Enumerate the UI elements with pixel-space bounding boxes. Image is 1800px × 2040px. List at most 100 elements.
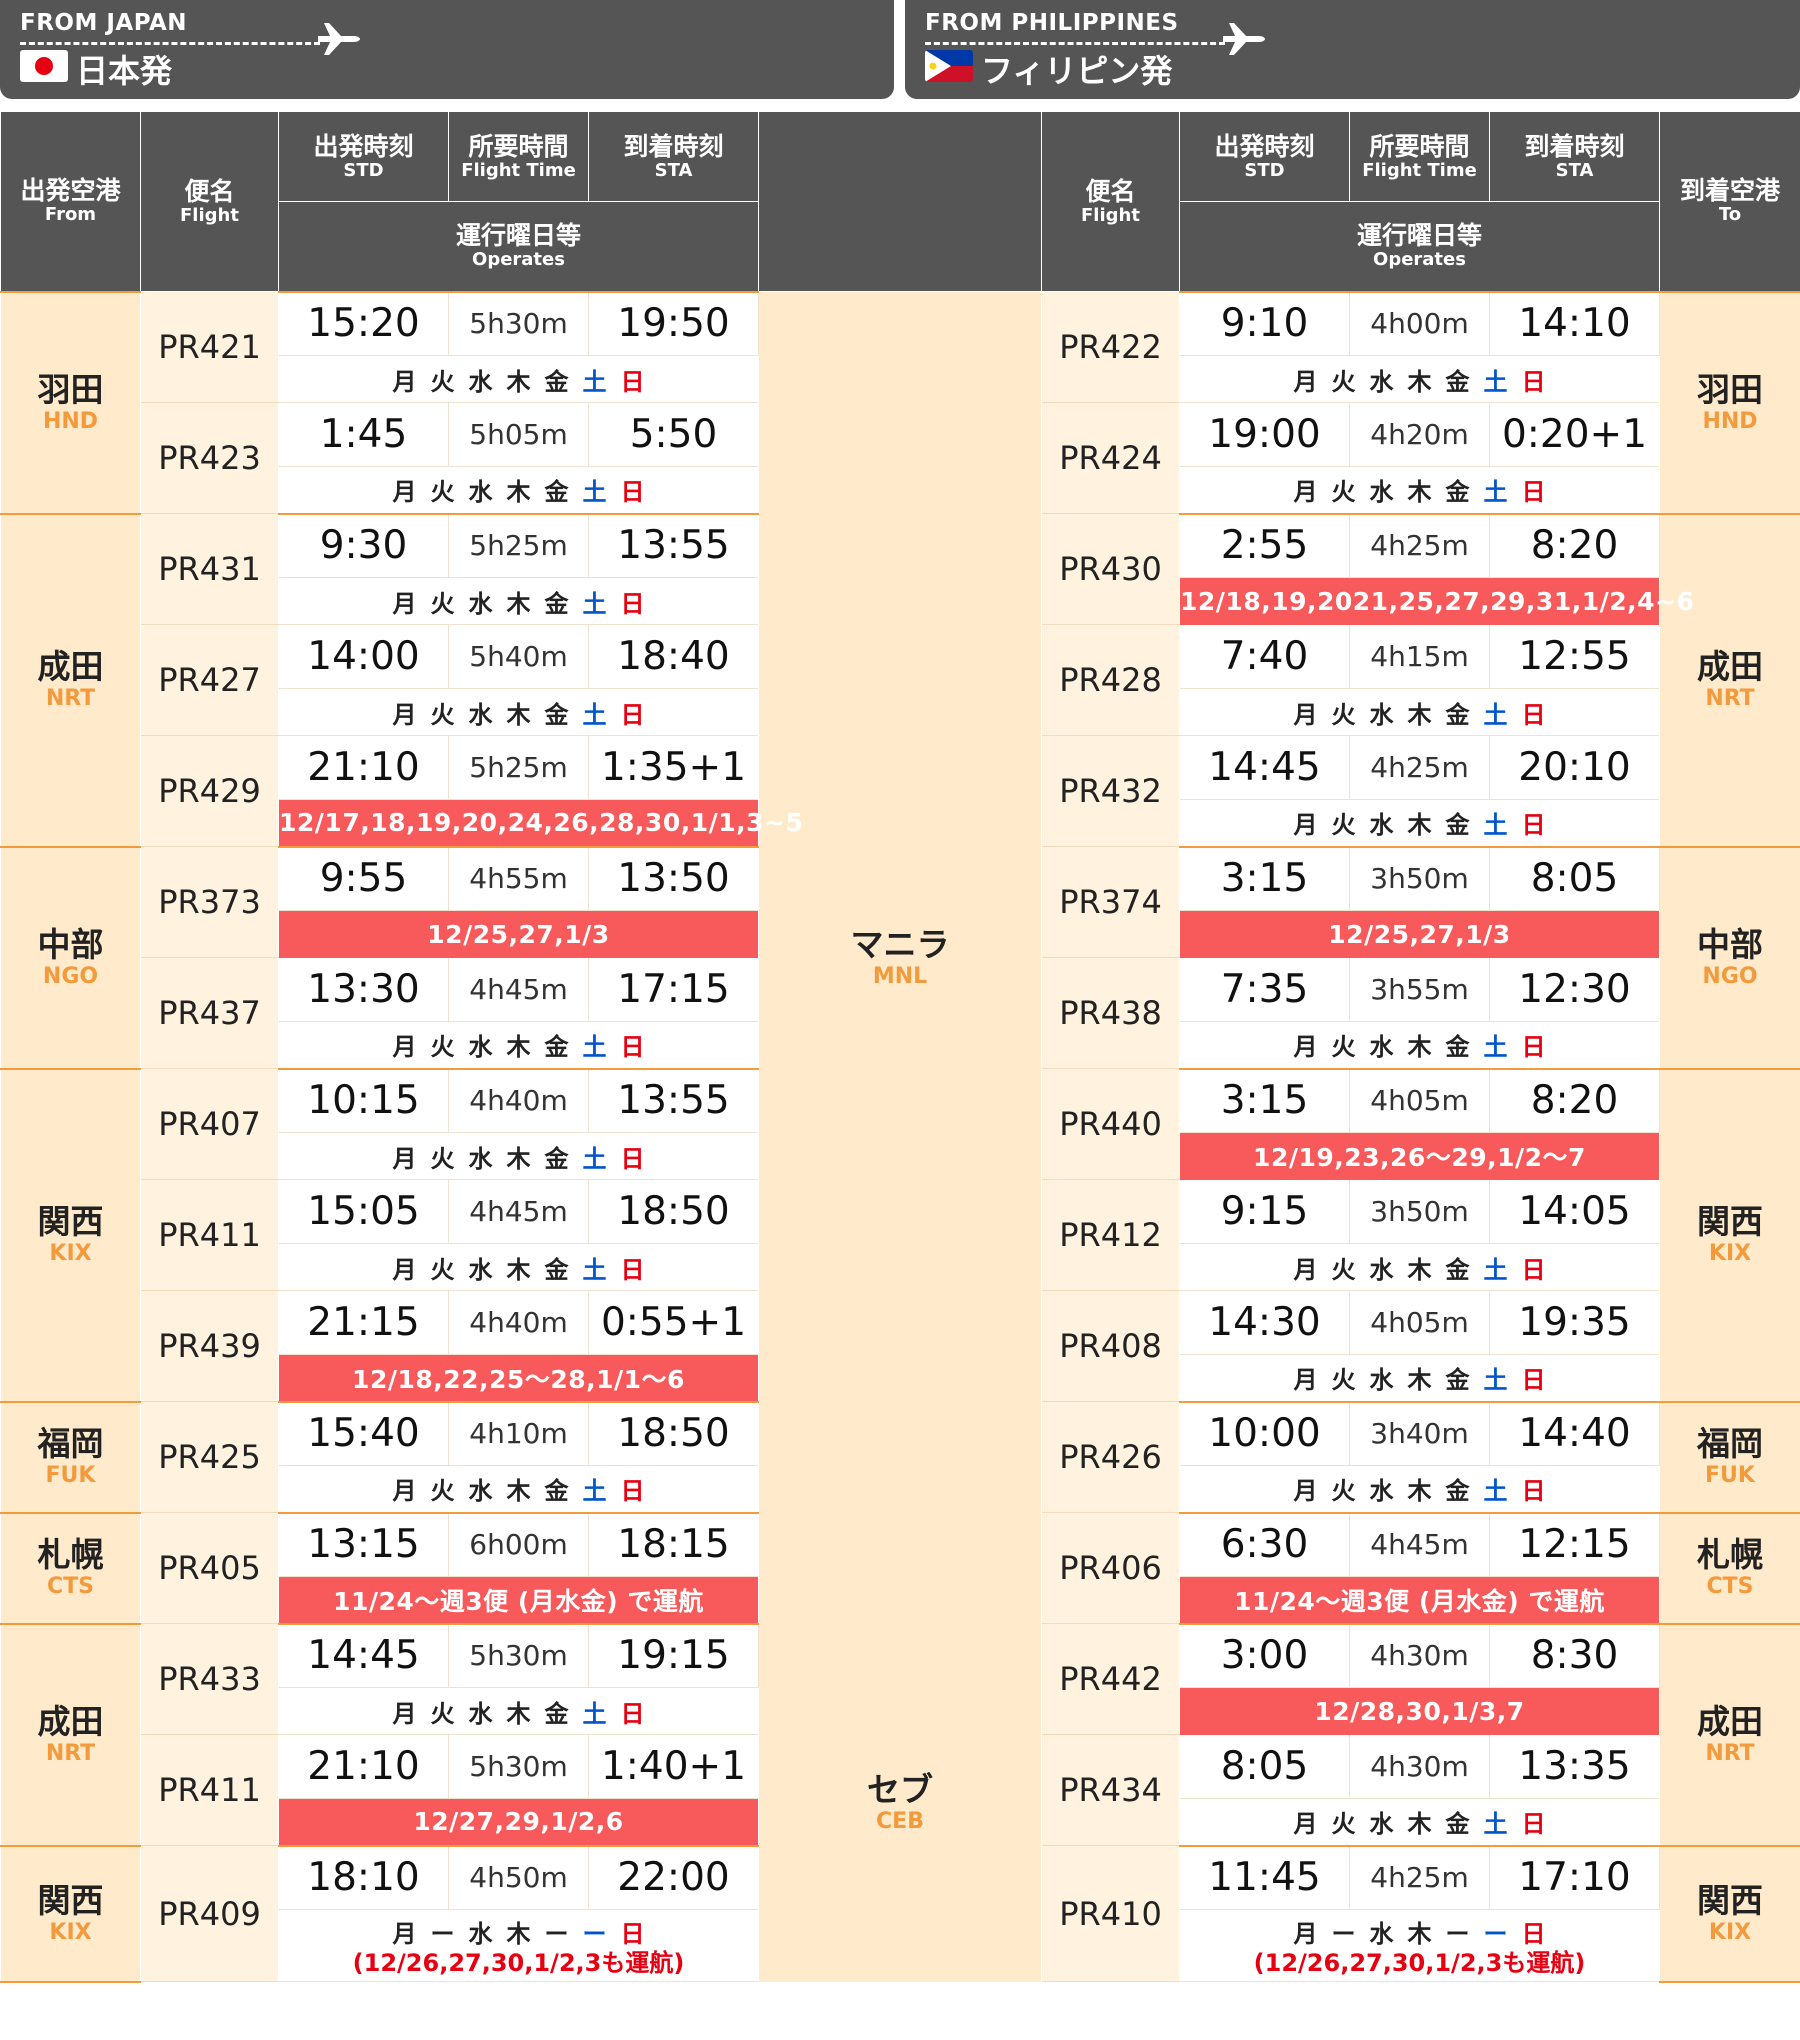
departure-time: 13:15 [278,1511,449,1577]
weekday-mark: 土 [1483,1366,1508,1395]
weekday-mark: 金 [1445,1033,1470,1062]
arrival-time: 5:50 [588,402,759,467]
weekday-mark: 水 [468,1144,493,1173]
weekday-mark: 日 [620,478,645,507]
weekday-mark: 水 [468,589,493,618]
weekday-mark: 木 [1407,478,1432,507]
flight-duration: 6h00m [448,1511,589,1577]
weekday-mark: ー [1331,1920,1356,1948]
airport-name: 関西 [37,1880,104,1920]
weekday-mark: 月 [1293,478,1318,507]
departure-time: 15:20 [278,290,449,356]
hub-code: MNL [872,963,928,989]
airport-code: HND [1702,408,1758,434]
airport-code: NRT [1705,1740,1755,1766]
departure-time: 6:30 [1179,1511,1350,1577]
departure-time: 9:10 [1179,290,1350,356]
weekday-mark: ー [544,1920,569,1948]
airport-code: KIX [1708,1241,1752,1266]
arrival-time: 13:55 [588,512,759,578]
weekday-mark: ー [1483,1920,1508,1948]
departure-time: 3:15 [1179,845,1350,911]
flight-duration: 3h40m [1349,1400,1490,1466]
weekday-mark: 月 [1293,367,1318,396]
banner-jp-label: フィリピン発 [981,52,1173,90]
operation-days: 月火水木金土日 [278,1021,759,1069]
operation-days: 月火水木金土日 [1179,355,1660,403]
weekday-mark: 月 [1293,811,1318,840]
weekday-mark: 金 [544,589,569,618]
operation-note: 12/19,23,26〜29,1/2〜7 [1179,1132,1660,1180]
weekday-mark: 月 [1293,1477,1318,1506]
weekday-mark: 土 [582,589,607,618]
arrival-time: 20:10 [1489,735,1660,800]
airport-name: 福岡 [37,1424,104,1463]
airport-name: 成田 [1697,647,1763,686]
weekday-mark: 水 [1369,367,1394,396]
weekday-mark: 木 [506,700,531,729]
weekday-list: 月火水木金土日 [1180,472,1659,507]
weekday-list: 月火水木金土日 [1180,1804,1659,1839]
flight-duration: 5h05m [448,402,589,467]
departure-time: 7:40 [1179,624,1350,689]
weekday-mark: 月 [1293,1366,1318,1395]
flight-number: PR408 [1041,1290,1180,1402]
operation-days: 月火水木金土日 [1179,1354,1660,1402]
departure-time: 14:00 [278,624,449,689]
flight-number: PR406 [1041,1512,1180,1624]
operation-days: 月火水木金土日 [278,1243,759,1291]
flight-duration: 4h30m [1349,1734,1490,1799]
airport-name: 関西 [1697,1202,1763,1241]
airport-code: CTS [47,1574,94,1599]
weekday-list: 月火水木金土日 [279,1139,758,1174]
flight-number: PR411 [140,1734,279,1846]
weekday-mark: 土 [1483,1477,1508,1506]
flight-duration: 4h40m [448,1290,589,1355]
airport-name: 成田 [37,647,104,686]
weekday-mark: 水 [1369,1920,1394,1948]
weekday-mark: 日 [1521,700,1546,729]
flight-timetable: 出発空港 From 便名 Flight 出発時刻 STD 所要時間 Flight Tim… [0,111,1800,1983]
departure-time: 10:15 [278,1067,449,1133]
weekday-mark: 木 [1407,1810,1432,1839]
arrival-time: 14:05 [1489,1179,1660,1244]
weekday-list: 月火水木金土日 [1180,1471,1659,1506]
arrival-time: 1:35+1 [588,735,759,800]
weekday-mark: 火 [1331,478,1356,507]
header-to: 到着空港 To [1659,111,1800,292]
weekday-list: 月火水木金土日 [279,1471,758,1506]
operation-days: 月ー水木ーー日 (12/26,27,30,1/2,3も運航) [278,1909,759,1982]
dashed-route-line [20,42,320,45]
weekday-mark: 土 [582,1477,607,1506]
banner-en-label: FROM PHILIPPINES [925,10,1179,36]
weekday-mark: 水 [1369,1810,1394,1839]
weekday-mark: 木 [506,1920,531,1948]
flight-number: PR411 [140,1179,279,1291]
flight-number: PR439 [140,1290,279,1402]
airport-code: NRT [45,1740,96,1766]
departure-time: 13:30 [278,957,449,1022]
flight-duration: 4h55m [448,845,589,911]
weekday-mark: 日 [1521,1477,1546,1506]
weekday-mark: 金 [544,367,569,396]
operation-days: 月火水木金土日 [1179,1243,1660,1291]
airplane-icon [1223,23,1265,55]
flight-duration: 4h05m [1349,1067,1490,1133]
airport-code: HND [42,408,99,434]
weekday-mark: 日 [1521,1810,1546,1839]
airport-code: NRT [1705,686,1755,711]
weekday-mark: 日 [620,367,645,396]
weekday-list: 月火水木金土日 [1180,1027,1659,1062]
weekday-mark: 日 [1521,1366,1546,1395]
header-from: 出発空港 From [0,111,141,292]
hub-name: セブ [867,1769,933,1809]
departure-time: 21:15 [278,1290,449,1355]
arrival-time: 22:00 [588,1844,759,1910]
header-sta: 到着時刻 STA [1489,111,1660,202]
weekday-mark: 月 [392,1255,417,1284]
departure-time: 10:00 [1179,1400,1350,1466]
airport-cell-fuk: 福岡 FUK [1659,1400,1800,1514]
flight-duration: 5h30m [448,1734,589,1799]
operation-note: 12/28,30,1/3,7 [1179,1687,1660,1735]
weekday-mark: 木 [506,478,531,507]
